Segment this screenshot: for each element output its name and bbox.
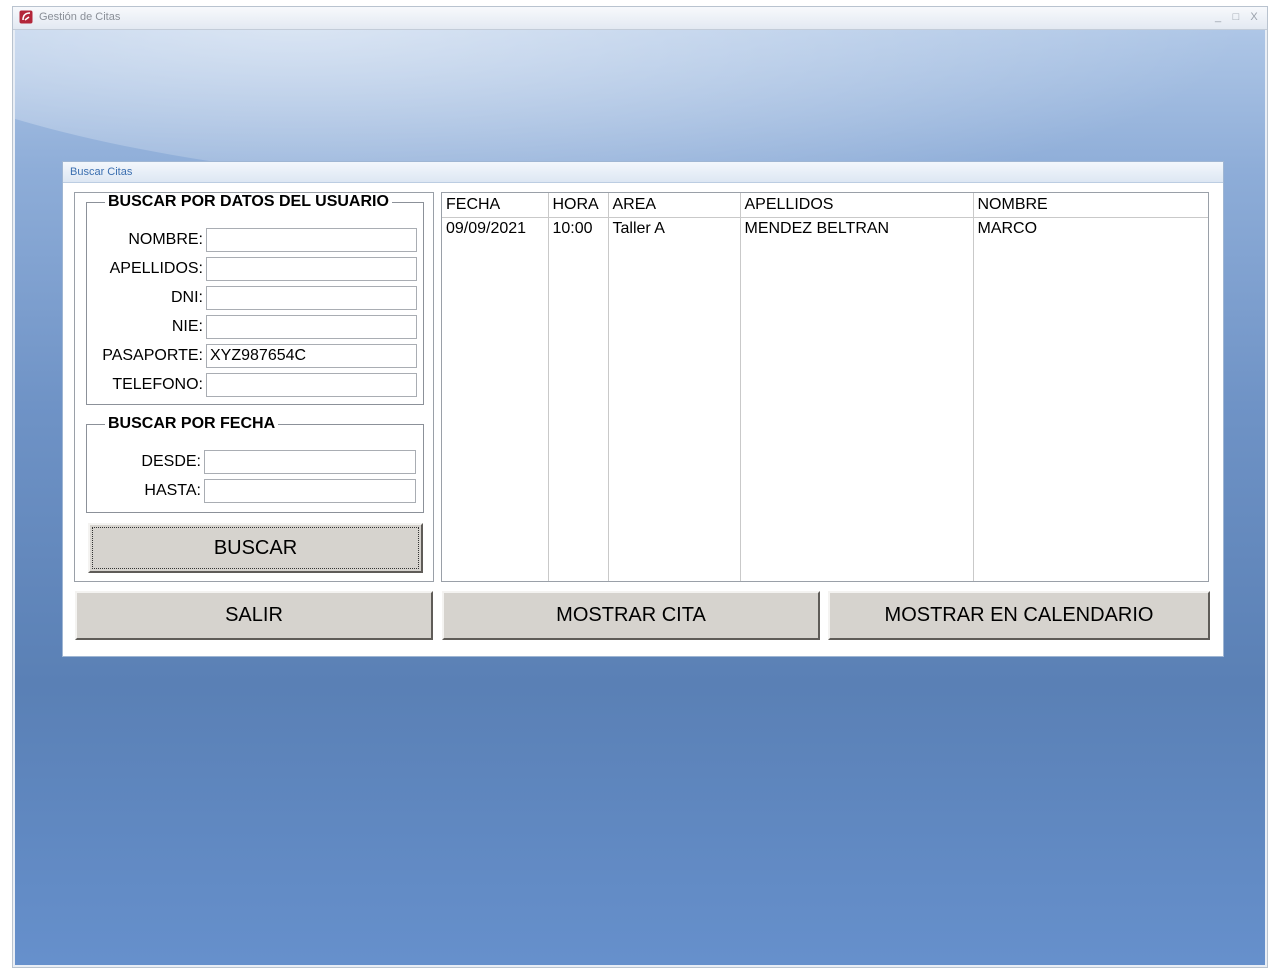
app-window: Gestión de Citas _ □ X Buscar Citas BUSC…	[12, 6, 1268, 968]
nie-row: NIE:	[75, 314, 203, 340]
window-title: Gestión de Citas	[39, 11, 121, 23]
search-dialog: Buscar Citas BUSCAR POR DATOS DEL USUARI…	[62, 161, 1224, 657]
empty-grid-area	[442, 242, 1208, 581]
minimize-icon[interactable]: _	[1211, 10, 1225, 24]
exit-button[interactable]: SALIR	[75, 591, 433, 640]
workspace-background: Buscar Citas BUSCAR POR DATOS DEL USUARI…	[15, 30, 1265, 965]
dialog-title: Buscar Citas	[63, 162, 1223, 183]
maximize-icon[interactable]: □	[1229, 10, 1243, 24]
pasaporte-label: PASAPORTE:	[102, 347, 203, 364]
telefono-row: TELEFONO:	[75, 372, 203, 398]
column-header-fecha[interactable]: FECHA	[442, 193, 548, 218]
cell-nombre: MARCO	[972, 217, 1208, 242]
pasaporte-input[interactable]	[206, 344, 417, 368]
hasta-input[interactable]	[204, 479, 416, 503]
apellidos-label: APELLIDOS:	[109, 260, 203, 277]
apellidos-row: APELLIDOS:	[75, 256, 203, 282]
nie-input[interactable]	[206, 315, 417, 339]
telefono-label: TELEFONO:	[112, 376, 203, 393]
results-grid: FECHA HORA AREA APELLIDOS NOMBRE 09/09/2…	[441, 192, 1209, 582]
dni-label: DNI:	[171, 289, 203, 306]
pasaporte-row: PASAPORTE:	[75, 343, 203, 369]
desde-row: DESDE:	[75, 449, 201, 475]
title-bar: Gestión de Citas _ □ X	[13, 7, 1267, 30]
nie-label: NIE:	[171, 318, 203, 335]
nombre-input[interactable]	[206, 228, 417, 252]
show-appointment-button[interactable]: MOSTRAR CITA	[442, 591, 820, 640]
hasta-label: HASTA:	[144, 482, 201, 499]
search-button[interactable]: BUSCAR	[88, 523, 423, 573]
date-search-legend: BUSCAR POR FECHA	[108, 415, 276, 432]
dni-input[interactable]	[206, 286, 417, 310]
hasta-row: HASTA:	[75, 478, 201, 504]
table-row[interactable]: 09/09/2021 10:00 Taller A MENDEZ BELTRAN…	[442, 217, 1208, 242]
desde-input[interactable]	[204, 450, 416, 474]
column-header-hora[interactable]: HORA	[547, 193, 608, 218]
column-header-area[interactable]: AREA	[607, 193, 740, 218]
dni-row: DNI:	[75, 285, 203, 311]
nombre-label: NOMBRE:	[128, 231, 203, 248]
user-search-legend: BUSCAR POR DATOS DEL USUARIO	[108, 193, 389, 210]
telefono-input[interactable]	[206, 373, 417, 397]
grid-header-row: FECHA HORA AREA APELLIDOS NOMBRE	[442, 193, 1208, 218]
cell-hora: 10:00	[547, 217, 608, 242]
cell-apellidos: MENDEZ BELTRAN	[739, 217, 973, 242]
cell-fecha: 09/09/2021	[446, 220, 527, 237]
nombre-row: NOMBRE:	[75, 227, 203, 253]
search-panel: BUSCAR POR DATOS DEL USUARIO NOMBRE: APE…	[74, 192, 434, 582]
column-header-apellidos[interactable]: APELLIDOS	[739, 193, 973, 218]
column-header-nombre[interactable]: NOMBRE	[972, 193, 1208, 218]
cell-area: Taller A	[607, 217, 740, 242]
apellidos-input[interactable]	[206, 257, 417, 281]
desde-label: DESDE:	[141, 453, 201, 470]
show-in-calendar-button[interactable]: MOSTRAR EN CALENDARIO	[828, 591, 1210, 640]
access-app-icon	[19, 10, 33, 24]
close-icon[interactable]: X	[1247, 10, 1261, 24]
